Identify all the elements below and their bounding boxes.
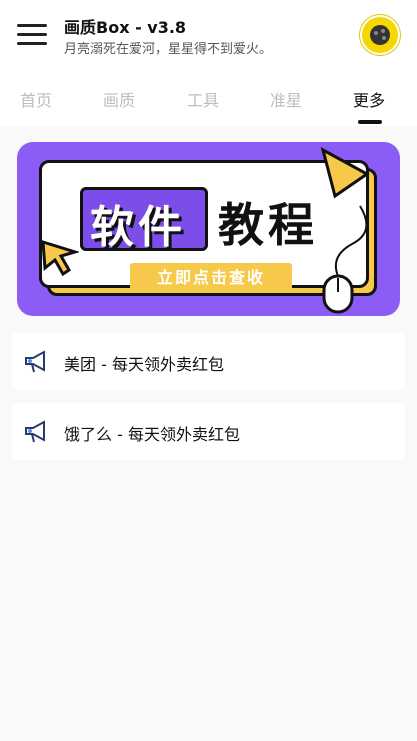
list-item-label: 美团 - 每天领外卖红包 — [64, 355, 224, 374]
menu-icon[interactable] — [17, 24, 47, 46]
tab-quality[interactable]: 画质 — [103, 87, 135, 111]
mouse-icon — [322, 205, 368, 314]
megaphone-icon — [25, 350, 45, 373]
tab-indicator — [358, 120, 382, 124]
banner-word-software: 软件 — [90, 202, 186, 253]
app-header: 画质Box - v3.8 月亮溺死在爱河，星星得不到爱火。 — [0, 0, 417, 72]
list-item-eleme[interactable]: 饿了么 - 每天领外卖红包 — [12, 403, 405, 460]
tab-tools[interactable]: 工具 — [187, 87, 219, 111]
banner-cta-button[interactable]: 立即点击查收 — [130, 263, 292, 293]
app-title: 画质Box - v3.8 — [64, 18, 187, 37]
avatar-icon — [370, 25, 390, 45]
banner-cta-label: 立即点击查收 — [156, 268, 265, 287]
app-subtitle: 月亮溺死在爱河，星星得不到爱火。 — [64, 42, 273, 57]
flag-icon — [320, 147, 370, 199]
tab-crosshair[interactable]: 准星 — [270, 87, 302, 111]
megaphone-icon — [25, 420, 45, 443]
list-item-meituan[interactable]: 美团 - 每天领外卖红包 — [12, 333, 405, 390]
list-item-label: 饿了么 - 每天领外卖红包 — [64, 425, 240, 444]
tab-bar: 首页 画质 工具 准星 更多 — [0, 72, 417, 126]
tab-home[interactable]: 首页 — [20, 87, 52, 111]
tab-more[interactable]: 更多 — [353, 87, 385, 111]
avatar[interactable] — [360, 15, 400, 55]
tutorial-banner[interactable]: 软件 教程 立即点击查收 — [17, 142, 400, 316]
cursor-icon — [41, 239, 79, 277]
